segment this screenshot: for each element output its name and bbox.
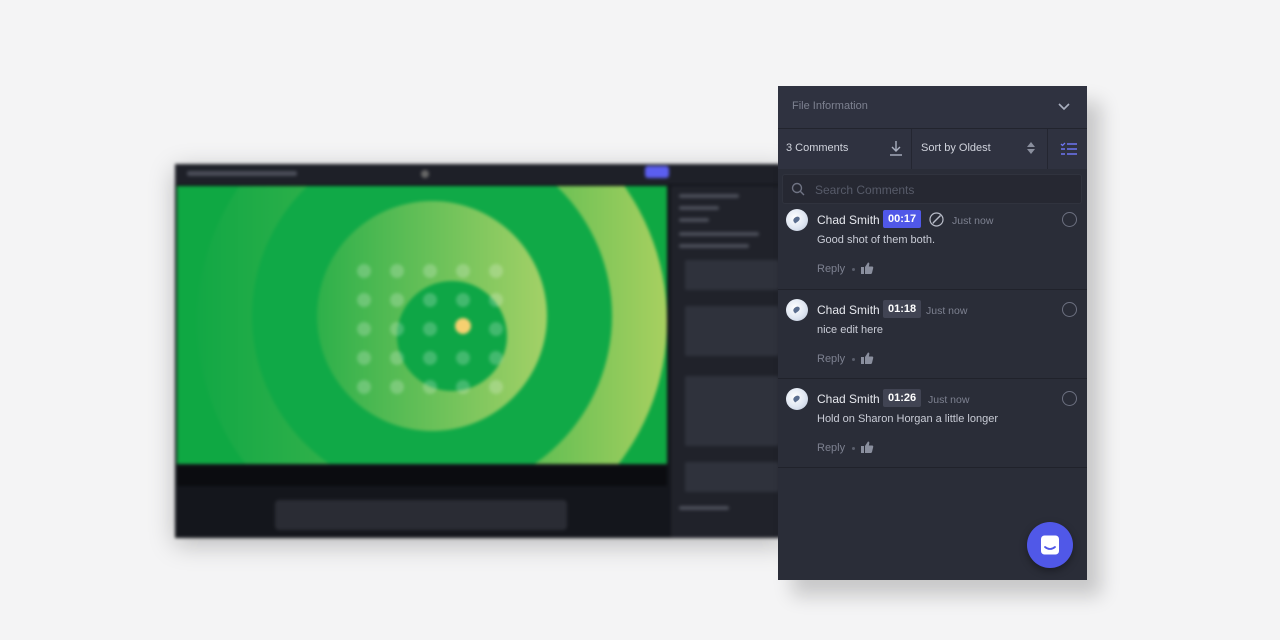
separator-dot (852, 358, 855, 361)
timecode-badge[interactable]: 00:17 (883, 210, 922, 228)
background-player-controls (177, 466, 667, 486)
comment-item[interactable]: Chad Smith 01:26 Just now Hold on Sharon… (778, 379, 1087, 468)
timecode-badge[interactable]: 01:26 (883, 389, 922, 407)
sort-arrows-icon[interactable] (1026, 140, 1036, 156)
comment-count: 3 Comments (786, 142, 849, 154)
mark-complete-toggle[interactable] (1062, 212, 1077, 227)
toolbar-divider (1047, 129, 1048, 169)
background-comment-box (275, 500, 567, 530)
toolbar-divider (911, 129, 912, 169)
background-app-window (175, 164, 785, 538)
thumbs-up-icon[interactable] (860, 440, 874, 454)
avatar (786, 299, 808, 321)
comment-text: Hold on Sharon Horgan a little longer (817, 413, 999, 425)
sort-dropdown[interactable]: Sort by Oldest (921, 142, 991, 154)
thumbs-up-icon[interactable] (860, 261, 874, 275)
download-icon[interactable] (889, 140, 903, 156)
mark-complete-toggle[interactable] (1062, 391, 1077, 406)
comment-text: Good shot of them both. (817, 234, 936, 246)
reply-link[interactable]: Reply (817, 353, 845, 365)
drawing-icon[interactable] (929, 212, 944, 227)
separator-dot (852, 447, 855, 450)
chevron-down-icon[interactable] (1057, 99, 1071, 113)
comment-author: Chad Smith (817, 392, 880, 406)
timecode-badge[interactable]: 01:18 (883, 300, 922, 318)
reply-link[interactable]: Reply (817, 442, 845, 454)
background-titlebar (175, 164, 785, 184)
comment-author: Chad Smith (817, 303, 880, 317)
comment-author: Chad Smith (817, 213, 880, 227)
separator-dot (852, 268, 855, 271)
comment-time: Just now (952, 215, 994, 227)
background-video-frame (177, 186, 667, 464)
comment-item[interactable]: Chad Smith 00:17 Just now Good shot of t… (778, 200, 1087, 290)
chat-button[interactable] (1027, 522, 1073, 568)
chat-icon (1041, 535, 1059, 555)
search-icon (791, 182, 805, 196)
comment-text: nice edit here (817, 324, 884, 336)
comment-list: Chad Smith 00:17 Just now Good shot of t… (778, 200, 1087, 468)
file-information-label: File Information (792, 100, 868, 112)
comment-time: Just now (928, 394, 970, 406)
thumbs-up-icon[interactable] (860, 351, 874, 365)
mark-complete-toggle[interactable] (1062, 302, 1077, 317)
checklist-icon[interactable] (1060, 142, 1078, 156)
reply-link[interactable]: Reply (817, 263, 845, 275)
comments-panel: File Information 3 Comments Sort by Olde… (778, 86, 1087, 580)
file-information-header[interactable]: File Information (778, 86, 1087, 129)
avatar (786, 388, 808, 410)
search-input[interactable] (813, 179, 1077, 201)
background-sidebar (671, 186, 785, 538)
comment-item[interactable]: Chad Smith 01:18 Just now nice edit here… (778, 290, 1087, 379)
comment-time: Just now (926, 305, 968, 317)
avatar (786, 209, 808, 231)
comments-toolbar: 3 Comments Sort by Oldest (778, 129, 1087, 169)
